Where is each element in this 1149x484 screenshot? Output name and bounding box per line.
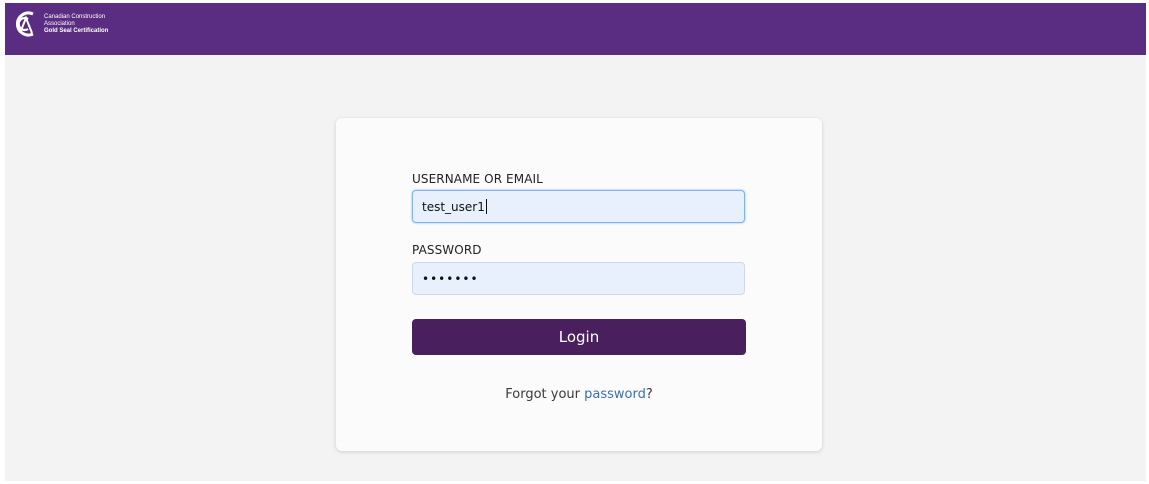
forgot-prefix: Forgot your (505, 387, 585, 402)
text-caret (485, 199, 487, 214)
password-input[interactable]: ••••••• (412, 262, 745, 295)
logo-line-3: Gold Seal Certification (44, 27, 109, 34)
cca-logo[interactable]: Canadian Construction Association Gold S… (11, 9, 108, 39)
password-value: ••••••• (422, 271, 479, 286)
logo-line-1: Canadian Construction (44, 13, 106, 20)
username-label: USERNAME OR EMAIL (412, 172, 543, 186)
forgot-password-text: Forgot your password? (336, 387, 822, 402)
forgot-password-link[interactable]: password (584, 387, 646, 402)
header-bar: Canadian Construction Association Gold S… (5, 3, 1146, 55)
page-frame: Canadian Construction Association Gold S… (5, 3, 1146, 481)
username-input[interactable]: test_user1 (412, 190, 745, 223)
login-button[interactable]: Login (412, 319, 746, 355)
logo-text: Canadian Construction Association Gold S… (44, 14, 108, 35)
username-value: test_user1 (422, 199, 485, 214)
forgot-suffix: ? (645, 387, 653, 402)
password-label: PASSWORD (412, 243, 482, 257)
logo-line-2: Association (44, 20, 75, 27)
login-card: USERNAME OR EMAIL test_user1 PASSWORD ••… (336, 118, 822, 451)
cca-logo-icon (11, 9, 39, 39)
